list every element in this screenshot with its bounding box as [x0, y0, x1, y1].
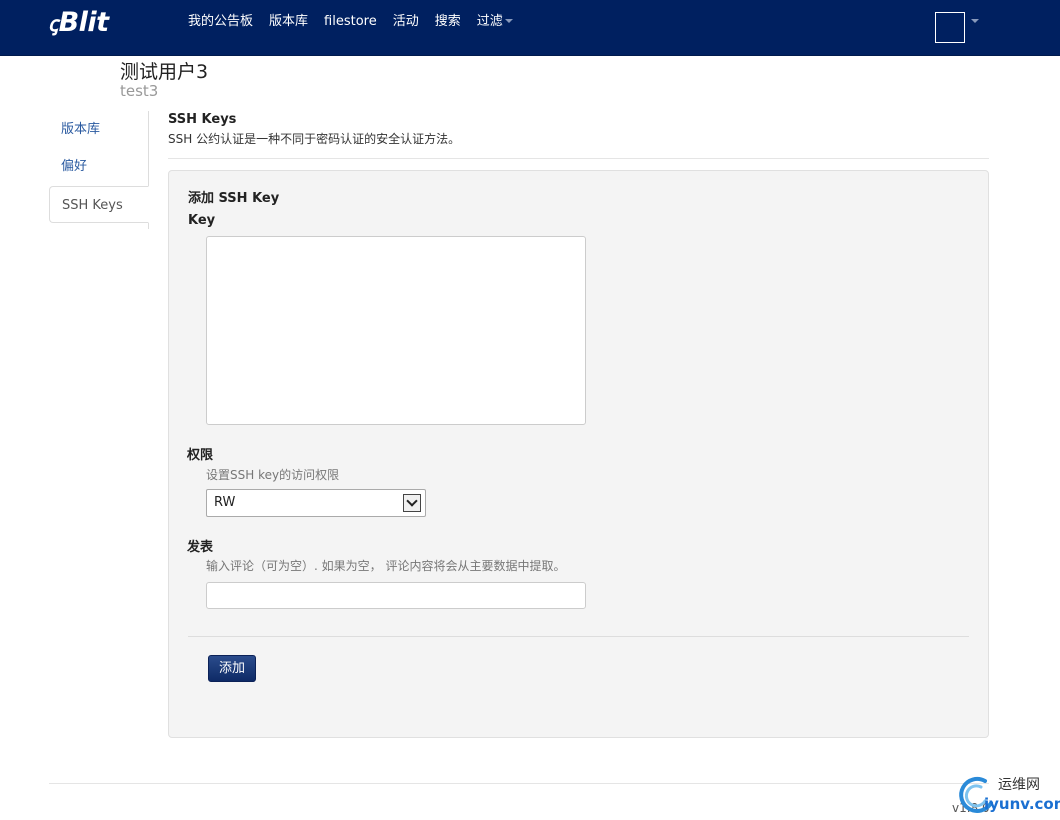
side-tab-preferences[interactable]: 偏好 — [49, 148, 149, 185]
nav-link-repositories[interactable]: 版本库 — [261, 0, 316, 44]
key-label: Key — [188, 213, 216, 228]
side-tabs: 版本库 偏好 SSH Keys — [49, 111, 149, 229]
footer-divider — [49, 783, 989, 784]
nav-link-activity[interactable]: 活动 — [385, 0, 427, 44]
nav-link-filestore[interactable]: filestore — [316, 0, 385, 44]
side-tab-ssh-keys[interactable]: SSH Keys — [49, 186, 149, 223]
nav-link-filter-label: 过滤 — [476, 14, 503, 29]
form-divider — [188, 636, 969, 637]
chevron-down-icon[interactable] — [403, 494, 421, 512]
add-button[interactable]: 添加 — [208, 655, 256, 682]
top-navbar: ꞔBlit 我的公告板 版本库 filestore 活动 搜索 过滤 — [0, 0, 1060, 56]
comment-input[interactable] — [206, 582, 586, 609]
nav-link-dashboard[interactable]: 我的公告板 — [180, 0, 261, 44]
brand-name: Blit — [58, 7, 110, 38]
comment-help: 输入评论（可为空）. 如果为空， 评论内容将会从主要数据中提取。 — [206, 559, 566, 573]
section-divider — [168, 158, 989, 159]
side-tab-repositories[interactable]: 版本库 — [49, 111, 149, 148]
permission-select-value: RW — [214, 495, 236, 510]
brand-mark-icon: ꞔ — [48, 12, 58, 36]
section-description: SSH 公约认证是一种不同于密码认证的安全认证方法。 — [168, 132, 461, 146]
caret-down-icon — [504, 18, 513, 23]
permission-label: 权限 — [187, 448, 214, 463]
permission-help: 设置SSH key的访问权限 — [206, 468, 340, 482]
key-textarea[interactable] — [206, 236, 586, 425]
avatar[interactable] — [935, 12, 965, 43]
username: test3 — [120, 82, 159, 100]
watermark-en-text: iyunv.com — [984, 795, 1060, 813]
nav-link-search[interactable]: 搜索 — [427, 0, 469, 44]
watermark-cn-text: 运维网 — [998, 777, 1040, 793]
brand-logo[interactable]: ꞔBlit — [48, 6, 109, 40]
user-display-name: 测试用户3 — [120, 61, 209, 83]
nav-link-filter[interactable]: 过滤 — [469, 0, 521, 44]
comment-label: 发表 — [187, 540, 214, 555]
caret-down-icon[interactable] — [971, 19, 979, 23]
permission-select[interactable]: RW — [206, 489, 426, 517]
watermark: 运维网 iyunv.com — [955, 773, 1060, 820]
form-legend: 添加 SSH Key — [188, 191, 280, 206]
section-title: SSH Keys — [168, 112, 237, 127]
nav-menu: 我的公告板 版本库 filestore 活动 搜索 过滤 — [180, 0, 521, 44]
